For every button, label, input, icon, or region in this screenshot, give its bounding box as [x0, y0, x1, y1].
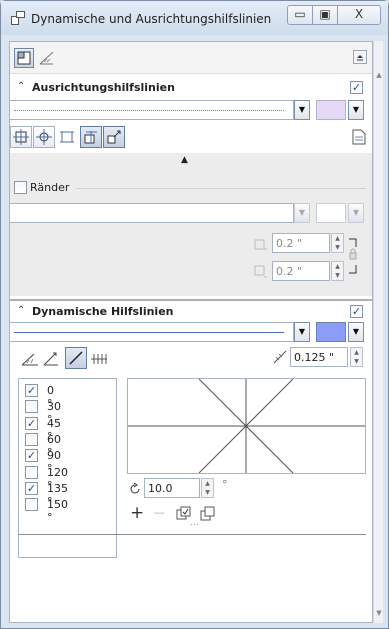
alignment-enable-checkbox[interactable]: ✓	[350, 81, 363, 94]
minimize-button[interactable]: ▭	[287, 5, 313, 25]
scrollbar[interactable]: ▲ ▼	[373, 41, 383, 623]
alignment-title: Ausrichtungshilfslinien	[32, 81, 175, 94]
guides-icon[interactable]	[38, 49, 56, 67]
dyn-ticks-icon[interactable]	[90, 350, 108, 368]
margins-line-style-dropdown[interactable]: ▼	[294, 203, 310, 223]
margin-top-icon	[254, 239, 267, 250]
alignment-section-header[interactable]: ⌃ Ausrichtungshilfslinien ✓	[10, 77, 372, 99]
angle-checkbox[interactable]	[25, 498, 38, 512]
solid-line-preview	[14, 332, 284, 333]
margin-bottom-spinner[interactable]: ▲ ▼	[331, 261, 344, 281]
docker-toolbar	[10, 42, 372, 74]
docker-panel: ⌃ Ausrichtungshilfslinien ✓ ▼ ▼ ▲ Ränder…	[9, 41, 373, 623]
tick-spacing-value: 0.125 "	[294, 351, 335, 364]
margin-top-spinner[interactable]: ▲ ▼	[331, 233, 344, 253]
align-snap-icon[interactable]	[80, 126, 102, 148]
rotate-icon	[130, 482, 140, 494]
lock-icon[interactable]	[347, 235, 359, 279]
alignment-line-style-dropdown[interactable]: ▼	[294, 100, 310, 120]
add-angle-button[interactable]: +	[130, 503, 144, 523]
window-title: Dynamische und Ausrichtungshilfslinien	[31, 12, 272, 26]
scroll-up-arrow[interactable]: ▲	[374, 71, 384, 79]
margin-bottom-icon	[254, 265, 267, 278]
margins-line-style-field[interactable]	[10, 203, 294, 223]
chevron-up-double-icon[interactable]: ⌃	[17, 305, 25, 316]
margin-top-input[interactable]: 0.2 "	[272, 233, 330, 253]
dyn-angle-icon[interactable]	[20, 350, 40, 368]
angle-checkbox[interactable]: ✓	[25, 449, 38, 463]
angle-checkbox[interactable]: ✓	[25, 416, 38, 430]
margins-checkbox[interactable]	[14, 181, 27, 194]
alignment-line-style-field[interactable]	[10, 100, 294, 120]
section-separator	[18, 534, 366, 535]
margins-divider	[76, 188, 366, 189]
margin-top-value: 0.2 "	[276, 237, 303, 250]
angle-label: 150 °	[47, 498, 68, 525]
margin-bottom-input[interactable]: 0.2 "	[272, 261, 330, 281]
page-icon[interactable]	[352, 129, 368, 147]
scroll-down-arrow[interactable]: ▼	[374, 609, 384, 617]
angle-checkbox[interactable]	[25, 465, 38, 479]
rotation-input[interactable]: 10.0	[144, 478, 200, 498]
remove-angle-button[interactable]: —	[154, 506, 165, 519]
dynamic-color-swatch[interactable]	[316, 322, 346, 342]
dotted-line-preview	[14, 110, 284, 111]
tick-spacing-spinner[interactable]: ▲ ▼	[350, 347, 363, 367]
rotation-value: 10.0	[148, 482, 173, 495]
angle-checkbox[interactable]	[25, 400, 38, 414]
chevron-up-double-icon[interactable]: ⌃	[17, 81, 25, 92]
tick-spacing-input[interactable]: 0.125 "	[290, 347, 348, 367]
dynamic-enable-checkbox[interactable]: ✓	[350, 305, 363, 318]
dynamic-line-style-field[interactable]	[10, 322, 294, 342]
restore-button[interactable]: ▣	[312, 5, 338, 25]
title-bar[interactable]: Dynamische und Ausrichtungshilfslinien ▭…	[1, 1, 388, 35]
dock-icon[interactable]	[14, 48, 34, 68]
close-button[interactable]: X	[337, 5, 381, 25]
angle-checkbox[interactable]	[25, 432, 38, 446]
collapse-arrow[interactable]: ▲	[181, 155, 188, 165]
margins-label: Ränder	[30, 181, 70, 194]
panel-grip[interactable]: ...	[190, 518, 199, 528]
rotation-unit: °	[222, 478, 228, 491]
margin-bottom-value: 0.2 "	[276, 265, 303, 278]
dynamic-section-header[interactable]: ⌃ Dynamische Hilfslinien ✓	[10, 299, 372, 321]
alignment-color-dropdown[interactable]: ▼	[348, 100, 364, 120]
angle-checkbox[interactable]: ✓	[25, 384, 38, 397]
margins-color-swatch[interactable]	[316, 203, 346, 223]
window-doc-icon	[11, 11, 25, 25]
angle-list: ✓ 0 ° 30 ° ✓ 45 ° 60 ° ✓ 90 ° 120 ° ✓ 135 ° 150 °	[18, 378, 117, 558]
rotation-spinner[interactable]: ▲ ▼	[201, 478, 214, 498]
align-guides-icon[interactable]	[103, 126, 125, 148]
angle-checkbox[interactable]: ✓	[25, 481, 38, 495]
margins-panel: ▲ Ränder ▼ ▼ 0.2 " ▲ ▼ 0.2 " ▲ ▼	[10, 153, 372, 296]
margins-color-dropdown[interactable]: ▼	[348, 203, 364, 223]
align-object-icon[interactable]	[10, 126, 32, 148]
align-center-icon[interactable]	[33, 126, 55, 148]
dynamic-line-style-dropdown[interactable]: ▼	[294, 322, 310, 342]
dynamic-title: Dynamische Hilfslinien	[32, 305, 174, 318]
duplicate-icon[interactable]	[200, 506, 216, 522]
dyn-angle2-icon[interactable]	[42, 350, 62, 368]
tick-spacing-icon	[272, 348, 288, 366]
alignment-color-swatch[interactable]	[316, 100, 346, 120]
guides-preview	[127, 378, 366, 474]
panel-menu-icon[interactable]	[353, 50, 367, 64]
dyn-diagonal-icon[interactable]	[65, 347, 87, 369]
window: Dynamische und Ausrichtungshilfslinien ▭…	[0, 0, 389, 629]
align-edges-icon[interactable]	[58, 128, 76, 146]
dynamic-color-dropdown[interactable]: ▼	[348, 322, 364, 342]
